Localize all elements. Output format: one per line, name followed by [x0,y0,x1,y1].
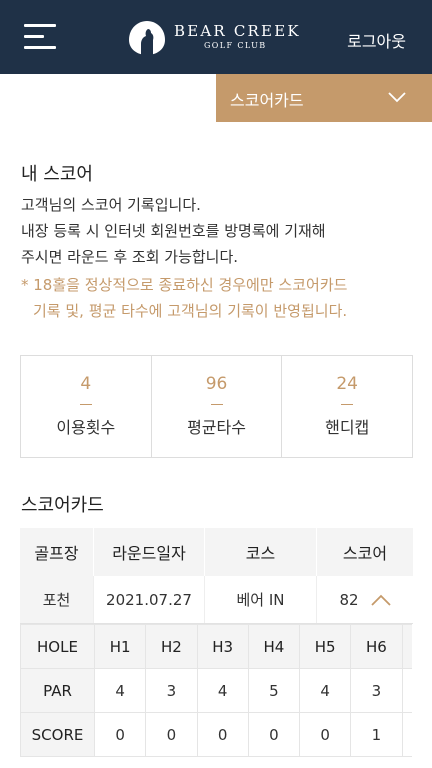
header-course: 코스 [205,528,317,576]
par-cell: 5 [247,668,301,713]
chevron-up-icon[interactable] [370,594,391,606]
description-line: 고객님의 스코어 기록입니다. [21,196,201,214]
stat-value: 4 [80,374,92,394]
hole-cell: H4 [247,624,301,669]
description-line: 내장 등록 시 인터넷 회원번호를 방명록에 기재해 [21,222,326,240]
scorecard-title: 스코어카드 [21,495,104,516]
hamburger-menu-icon[interactable] [24,24,56,50]
logo-title: BEAR CREEK [174,22,301,40]
row-label-par: PAR [20,668,95,713]
notice-text: * 18홀을 정상적으로 종료하신 경우에만 스코어카드 기록 및, 평균 타수… [21,272,421,324]
scorecard-header-row: 골프장 라운드일자 코스 스코어 [20,528,413,576]
logo-subtitle: GOLF CLUB [204,41,267,50]
score-cell: 0 [196,712,249,757]
bear-emblem-icon [129,21,165,55]
header-club: 골프장 [20,528,94,576]
hole-cell: H6 [350,624,403,669]
table-row[interactable]: 포천 2021.07.27 베어 IN 82 [20,576,413,624]
hole-cell-overflow [401,624,412,669]
row-label-score: SCORE [20,712,95,757]
app-header: BEAR CREEK GOLF CLUB 로그아웃 [0,0,432,74]
dropdown-selected-label: 스코어카드 [230,91,304,110]
cell-round-date: 2021.07.27 [94,576,205,623]
hole-cell: H3 [196,624,249,669]
score-cell: 0 [93,712,147,757]
cell-club: 포천 [20,576,94,623]
par-cell: 3 [350,668,403,713]
par-row: PAR 4 3 4 5 4 3 [20,668,412,713]
stat-divider [341,404,354,405]
chevron-down-icon [388,92,406,103]
score-cell-overflow [401,712,412,757]
par-cell: 3 [145,668,198,713]
score-cell: 0 [298,712,352,757]
par-cell: 4 [196,668,249,713]
stat-label: 평균타수 [187,418,246,437]
stat-label: 이용횟수 [56,418,116,437]
score-stats: 4 이용횟수 96 평균타수 24 핸디캡 [20,355,413,458]
stat-label: 핸디캡 [325,418,370,437]
par-cell: 4 [298,668,352,713]
hole-score-table: HOLE H1 H2 H3 H4 H5 H6 PAR 4 3 4 5 4 3 S… [20,624,412,757]
logo[interactable]: BEAR CREEK GOLF CLUB [127,18,299,58]
hole-cell: H2 [145,624,198,669]
logout-button[interactable]: 로그아웃 [347,28,406,52]
notice-line: 기록 및, 평균 타수에 고객님의 기록이 반영됩니다. [33,302,348,320]
header-round-date: 라운드일자 [94,528,205,576]
cell-course: 베어 IN [205,576,317,623]
stat-divider [210,404,223,405]
score-row: SCORE 0 0 0 0 0 1 [20,712,412,757]
score-cell: 0 [145,712,198,757]
stat-divider [79,404,92,405]
stat-value: 96 [205,374,228,394]
cell-score: 82 [339,590,359,609]
header-score: 스코어 [342,544,388,563]
score-cell: 1 [350,712,403,757]
par-cell: 4 [93,668,147,713]
my-score-title: 내 스코어 [21,164,93,185]
scorecard-table: 골프장 라운드일자 코스 스코어 포천 2021.07.27 베어 IN 82 [20,528,413,624]
notice-line: * 18홀을 정상적으로 종료하신 경우에만 스코어카드 [21,276,348,294]
score-cell: 0 [247,712,301,757]
hole-cell: H5 [298,624,352,669]
description-line: 주시면 라운드 후 조회 가능합니다. [21,248,239,266]
stat-handicap: 24 핸디캡 [282,356,412,457]
hole-row: HOLE H1 H2 H3 H4 H5 H6 [20,624,412,669]
cell-score-wrap: 82 [317,576,413,623]
stat-average-strokes: 96 평균타수 [152,356,283,457]
hole-cell: H1 [93,624,147,669]
row-label-hole: HOLE [20,624,95,669]
my-score-description: 고객님의 스코어 기록입니다. 내장 등록 시 인터넷 회원번호를 방명록에 기… [21,192,421,270]
stat-visits: 4 이용횟수 [21,356,152,457]
stat-value: 24 [336,374,358,394]
par-cell-overflow [401,668,412,713]
page-select-dropdown[interactable]: 스코어카드 [216,74,432,122]
